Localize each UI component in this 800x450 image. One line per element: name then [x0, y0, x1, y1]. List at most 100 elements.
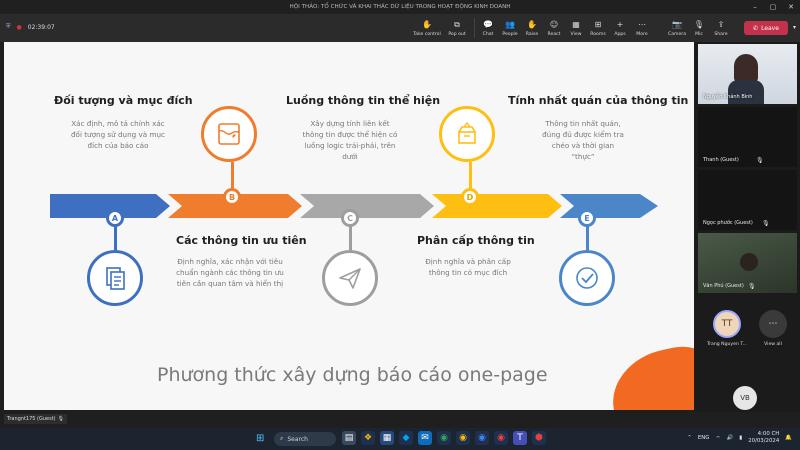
item-b-circle [201, 106, 257, 162]
taskbar-app-icon[interactable]: ❖ [361, 431, 375, 445]
toolbar-button[interactable]: ✋ Take control [412, 16, 442, 40]
toolbar-actions: ✋ Take control ⧉ Pop out 💬 Chat 👥 People ✋ Raise ☺… [412, 16, 653, 40]
taskbar-app-icon[interactable]: ✉ [418, 431, 432, 445]
toolbar-label: View [570, 31, 582, 37]
participant-tile[interactable]: Thanh (Guest) 🎙 [698, 107, 797, 167]
maximize-icon[interactable]: ▢ [764, 0, 782, 14]
item-b-badge: B [223, 188, 241, 206]
toolbar-button[interactable]: 👥 People [499, 16, 521, 40]
item-d-title: Phân cấp thông tin [417, 234, 535, 247]
leave-label: Leave [761, 24, 779, 32]
toolbar-button[interactable]: 🎙 Mic [688, 16, 710, 40]
phone-icon: ✆ [753, 24, 759, 32]
windows-start-icon[interactable]: ⊞ [256, 433, 264, 445]
toolbar-icon: 💬 [483, 19, 493, 29]
taskbar-app-icon[interactable]: ◉ [437, 431, 451, 445]
toolbar-icon: ⧉ [454, 19, 460, 29]
toolbar-button[interactable]: 💬 Chat [477, 16, 499, 40]
participant-tt[interactable]: TT Trang Nguyen T... [705, 310, 749, 347]
item-b-title: Các thông tin ưu tiên [176, 234, 307, 247]
participant-tile[interactable]: Nguyễn Khánh Bình [698, 44, 797, 104]
language-indicator[interactable]: ENG [698, 435, 710, 441]
recording-dot-icon: ● [16, 23, 22, 31]
chevron-up-icon[interactable]: ⌃ [687, 435, 692, 441]
taskbar-app-icon[interactable]: ◉ [494, 431, 508, 445]
toolbar-media: 📷 Camera 🎙 Mic ⇪ Share [666, 16, 732, 40]
toolbar-label: Camera [667, 31, 687, 37]
leave-button[interactable]: ✆ Leave [744, 21, 788, 35]
item-e-title: Tính nhất quán của thông tin [508, 94, 689, 107]
shared-screen: Đối tượng và mục đích Xác định, mô tả ch… [0, 42, 695, 424]
view-all-label: View all [764, 342, 782, 347]
toolbar-button[interactable]: + Apps [609, 16, 631, 40]
chevron-down-icon[interactable]: ▾ [793, 24, 796, 31]
item-e-circle [559, 250, 615, 306]
participant-name: Thanh (Guest) [703, 157, 739, 163]
toolbar-icon: ✋ [527, 19, 537, 29]
view-all-button[interactable]: ⋯ View all [751, 310, 795, 347]
participant-tile[interactable]: Văn Phú (Guest) 🎙 [698, 233, 797, 293]
paper-plane-icon [339, 268, 361, 289]
windows-taskbar: ⊞ ⌕ Search ▤ ❖ ▦ ◆ ✉ ◉ ◉ ◉ ◉ T ⬢ ⌃ ENG ⌔ 🔊 ▮ 4:00 … [0, 428, 800, 450]
taskbar-app-icon[interactable]: ◆ [399, 431, 413, 445]
avatar: VB [733, 386, 757, 410]
window-titlebar: HỘI THẢO: TỔ CHỨC VÀ KHAI THÁC DỮ LIỆU T… [0, 0, 800, 14]
search-label: Search [287, 435, 308, 443]
box-icon [458, 121, 476, 144]
toolbar-label: Take control [413, 31, 441, 37]
taskbar-app-icon[interactable]: ▦ [380, 431, 394, 445]
notification-icon[interactable]: 🔔 [785, 435, 792, 441]
toolbar-button[interactable]: ▦ View [565, 16, 587, 40]
battery-icon[interactable]: ▮ [739, 435, 742, 441]
arrow-segment-d [432, 194, 562, 218]
taskbar-search[interactable]: ⌕ Search [274, 432, 336, 446]
arrow-segment-e [560, 194, 658, 218]
volume-icon[interactable]: 🔊 [727, 435, 734, 441]
system-tray: ⌃ ENG ⌔ 🔊 ▮ 4:00 CH 20/03/2024 🔔 [687, 431, 792, 445]
item-c-badge: C [341, 209, 359, 227]
check-icon [576, 267, 598, 289]
toolbar-divider [474, 18, 475, 38]
taskbar-app-icon[interactable]: ⬢ [532, 431, 546, 445]
wifi-icon[interactable]: ⌔ [715, 435, 720, 442]
toolbar-button[interactable]: ⋯ More [631, 16, 653, 40]
toolbar-icon: 👥 [505, 19, 515, 29]
toolbar-label: React [547, 31, 561, 37]
item-c-desc: Xây dựng tính liên kết thông tin được th… [302, 119, 398, 161]
participant-name: Nguyễn Khánh Bình [703, 94, 753, 100]
presenter-name: Trangnt175 (Guest) [7, 416, 56, 422]
close-icon[interactable]: ✕ [782, 0, 800, 14]
toolbar-icon: ☺ [549, 19, 559, 29]
toolbar-icon: 📷 [672, 19, 682, 29]
clock-date: 20/03/2024 [748, 438, 780, 444]
participant-tile[interactable]: Ngọc phước (Guest) 🎙 [698, 170, 797, 230]
taskbar-app-icon[interactable]: ◉ [475, 431, 489, 445]
toolbar-label: More [636, 31, 648, 37]
toolbar-icon: + [616, 19, 624, 29]
toolbar-label: Rooms [590, 31, 606, 37]
toolbar-label: People [502, 31, 518, 37]
toolbar-button[interactable]: ✋ Raise [521, 16, 543, 40]
mic-off-icon: 🎙 [756, 157, 764, 164]
participant-vb[interactable]: VB [733, 386, 757, 410]
document-icon [106, 267, 125, 290]
clock-time: 4:00 CH [757, 431, 780, 437]
minimize-icon[interactable]: – [746, 0, 764, 14]
item-c-title: Luồng thông tin thể hiện [286, 94, 441, 107]
toolbar-button[interactable]: ☺ React [543, 16, 565, 40]
toolbar-icon: ⊞ [594, 19, 602, 29]
toolbar-button[interactable]: ⧉ Pop out [442, 16, 472, 40]
toolbar-button[interactable]: ⊞ Rooms [587, 16, 609, 40]
toolbar-button[interactable]: 📷 Camera [666, 16, 688, 40]
clock[interactable]: 4:00 CH 20/03/2024 [748, 431, 779, 445]
taskbar-app-icon[interactable]: ◉ [456, 431, 470, 445]
taskbar-app-icon[interactable]: ▤ [342, 431, 356, 445]
shield-icon: ⛨ [6, 23, 11, 30]
toolbar-label: Pop out [448, 31, 466, 37]
arrow-segment-c [300, 194, 434, 218]
toolbar-icon: 🎙 [693, 19, 705, 29]
meeting-status: ⛨ ● 02:39:07 [6, 23, 55, 31]
toolbar-button[interactable]: ⇪ Share [710, 16, 732, 40]
taskbar-app-icon[interactable]: T [513, 431, 527, 445]
toolbar-label: Apps [614, 31, 626, 37]
